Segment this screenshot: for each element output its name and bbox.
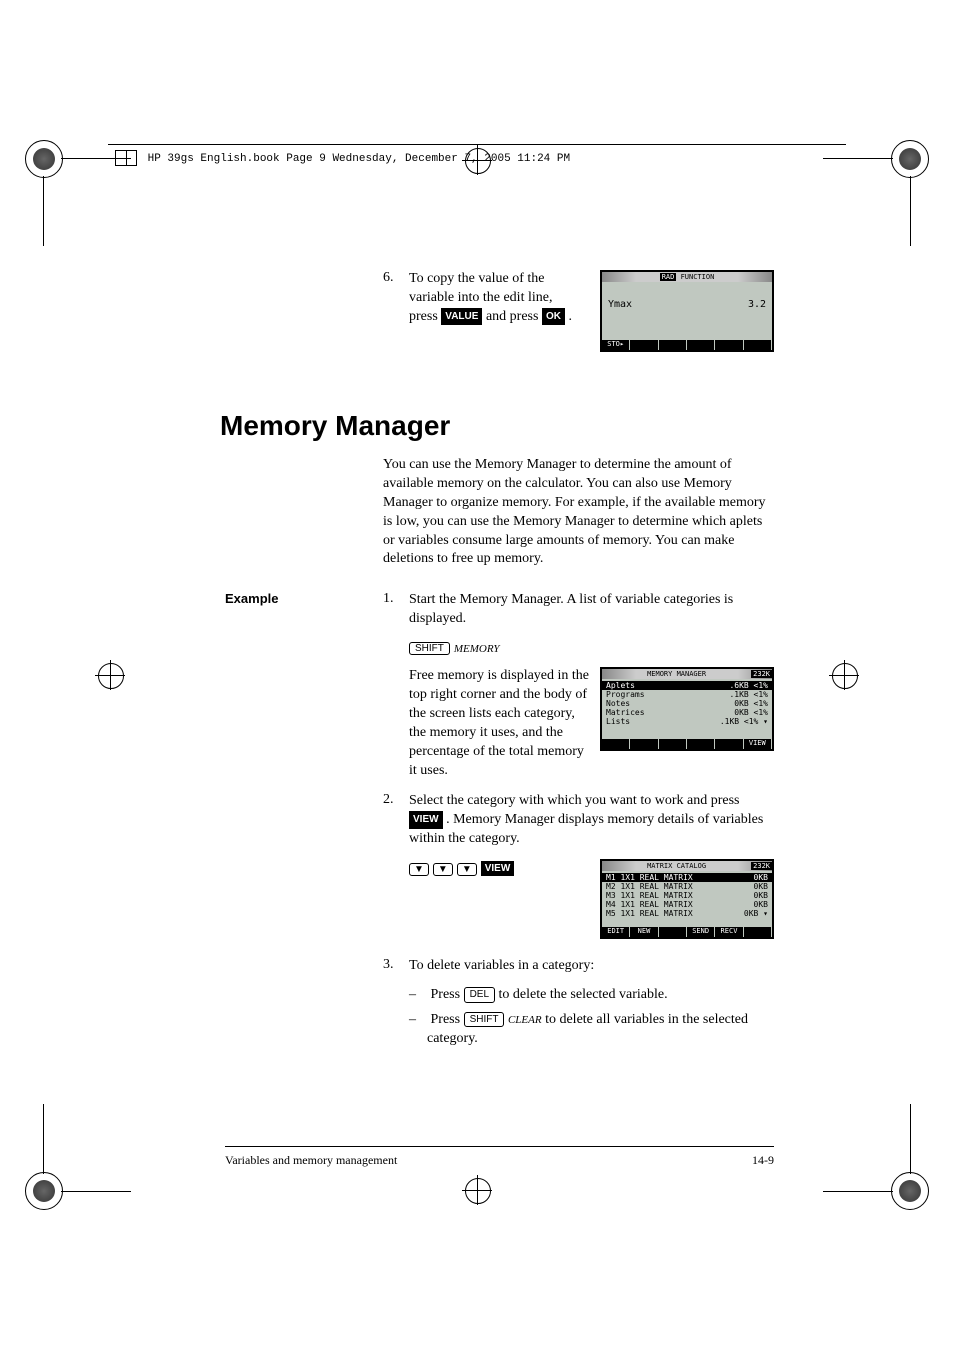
screen-body: Ymax 3.2 <box>602 282 772 316</box>
screen-tab-sto: STO▸ <box>602 340 630 350</box>
matrix-row-m4: M4 1X1 REAL MATRIX0KB <box>602 900 772 909</box>
step-3-text: To delete variables in a category: <box>409 957 774 976</box>
down-arrow-key: ▼ <box>409 863 429 876</box>
value-softkey: VALUE <box>441 308 482 326</box>
screen2-footer: VIEW <box>602 739 772 749</box>
page-footer: Variables and memory management 14-9 <box>225 1146 774 1168</box>
view-softkey: VIEW <box>409 811 443 829</box>
crop-mark-br <box>869 1150 929 1210</box>
calc-screen-function: RAD FUNCTION Ymax 3.2 STO▸ <box>600 270 774 352</box>
matrix-row-m1: M1 1X1 REAL MATRIX0KB <box>602 873 772 882</box>
ok-softkey: OK <box>542 308 565 326</box>
crop-mark-bl <box>25 1150 85 1210</box>
example-step-1: 1. Start the Memory Manager. A list of v… <box>383 591 774 629</box>
header-file-info: HP 39gs English.book Page 9 Wednesday, D… <box>148 153 570 165</box>
screen2-rows: Aplets.6KB <1% Programs.1KB <1% Notes0KB… <box>602 679 772 728</box>
example-steps: 1. Start the Memory Manager. A list of v… <box>383 591 774 1048</box>
registration-mark-left <box>95 660 125 690</box>
step-1-num: 1. <box>383 591 409 629</box>
screen3-footer: EDIT NEW SEND RECV <box>602 927 772 937</box>
matrix-row-m3: M3 1X1 REAL MATRIX0KB <box>602 891 772 900</box>
section-intro: You can use the Memory Manager to determ… <box>383 456 774 569</box>
del-key: DEL <box>464 987 495 1003</box>
screen2-free: 232K <box>751 670 772 678</box>
mem-row-lists: Lists.1KB <1% ▾ <box>602 717 772 726</box>
screen3-tab-recv: RECV <box>715 927 743 937</box>
example-label: Example <box>225 591 278 606</box>
screen3-title: MATRIX CATALOG 232K <box>602 861 772 871</box>
screen3-rows: M1 1X1 REAL MATRIX0KB M2 1X1 REAL MATRIX… <box>602 871 772 920</box>
step-2-keys-row: MATRIX CATALOG 232K M1 1X1 REAL MATRIX0K… <box>383 859 774 939</box>
footer-chapter: Variables and memory management <box>225 1153 397 1168</box>
screen-title-function: FUNCTION <box>681 273 715 281</box>
step-6-text: To copy the value of the variable into t… <box>409 270 583 327</box>
calc-screen-memory-manager: MEMORY MANAGER 232K Aplets.6KB <1% Progr… <box>600 667 774 751</box>
main-content: RAD FUNCTION Ymax 3.2 STO▸ 6. To copy th… <box>225 270 774 1049</box>
down-arrow-key: ▼ <box>433 863 453 876</box>
section-heading: Memory Manager <box>220 410 774 442</box>
step-1-keys: SHIFT MEMORY <box>409 639 774 657</box>
clear-key: CLEAR <box>508 1014 542 1026</box>
crop-mark-tr <box>869 140 929 200</box>
screen-mode-rad: RAD <box>660 273 677 281</box>
matrix-row-m2: M2 1X1 REAL MATRIX0KB <box>602 882 772 891</box>
registration-mark-bottom <box>462 1175 492 1205</box>
step-2-num: 2. <box>383 792 409 849</box>
example-block: Example 1. Start the Memory Manager. A l… <box>225 591 774 1048</box>
header-rule <box>108 144 846 145</box>
registration-mark-right <box>829 660 859 690</box>
screen-ymax-label: Ymax <box>608 298 632 312</box>
down-arrow-key: ▼ <box>457 863 477 876</box>
memory-key: MEMORY <box>454 643 500 655</box>
calc-screen-matrix-catalog: MATRIX CATALOG 232K M1 1X1 REAL MATRIX0K… <box>600 859 774 939</box>
shift-key-2: SHIFT <box>464 1012 505 1028</box>
step-6: 6. To copy the value of the variable int… <box>383 270 583 327</box>
screen2-view-tab: VIEW <box>744 739 772 749</box>
step-2-text: Select the category with which you want … <box>409 792 774 849</box>
screen-ymax-value: 3.2 <box>748 298 766 312</box>
mem-row-aplets: Aplets.6KB <1% <box>602 681 772 690</box>
matrix-row-m5: M5 1X1 REAL MATRIX0KB ▾ <box>602 909 772 918</box>
screen-title-bar: RAD FUNCTION <box>602 272 772 282</box>
step-3-sub1: – Press DEL to delete the selected varia… <box>427 986 774 1005</box>
shift-key: SHIFT <box>409 642 450 655</box>
screen2-title: MEMORY MANAGER 232K <box>602 669 772 679</box>
screen3-tab-new: NEW <box>630 927 658 937</box>
example-step-3: 3. To delete variables in a category: <box>383 957 774 976</box>
step-3-num: 3. <box>383 957 409 976</box>
screen3-free: 232K <box>751 862 772 870</box>
page-header: HP 39gs English.book Page 9 Wednesday, D… <box>115 150 570 166</box>
step-1-note-row: MEMORY MANAGER 232K Aplets.6KB <1% Progr… <box>383 667 774 780</box>
view-softkey-2: VIEW <box>481 861 515 876</box>
step-6-num: 6. <box>383 270 409 327</box>
step-1-text: Start the Memory Manager. A list of vari… <box>409 591 774 629</box>
screen3-tab-edit: EDIT <box>602 927 630 937</box>
example-step-2: 2. Select the category with which you wa… <box>383 792 774 849</box>
screen-footer: STO▸ <box>602 340 772 350</box>
screen3-tab-send: SEND <box>687 927 715 937</box>
step-3-sub2: – Press SHIFT CLEAR to delete all variab… <box>427 1011 774 1049</box>
crop-mark-tl <box>25 140 85 200</box>
step6-row: RAD FUNCTION Ymax 3.2 STO▸ 6. To copy th… <box>225 270 774 360</box>
footer-page-number: 14-9 <box>752 1153 774 1168</box>
book-icon <box>115 150 137 166</box>
mem-row-matrices: Matrices0KB <1% <box>602 708 772 717</box>
mem-row-notes: Notes0KB <1% <box>602 699 772 708</box>
mem-row-programs: Programs.1KB <1% <box>602 690 772 699</box>
